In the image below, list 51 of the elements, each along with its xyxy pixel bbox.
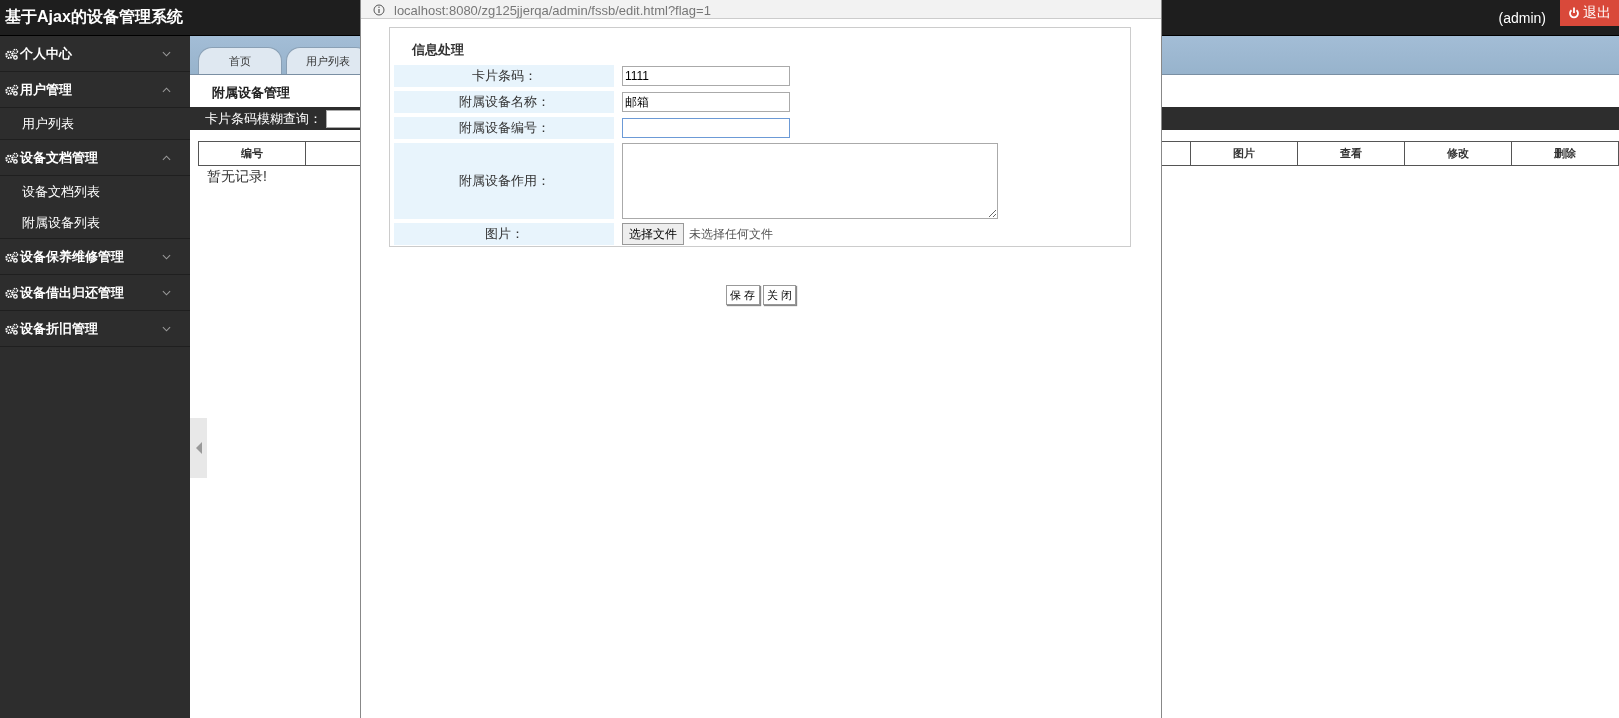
app-title: 基于Ajax的设备管理系统 (4, 7, 183, 27)
file-status: 未选择任何文件 (689, 225, 773, 243)
user-name: (admin) (1498, 9, 1546, 26)
column-header: 查看 (1298, 142, 1405, 165)
power-icon (1568, 7, 1580, 19)
chevron-down-icon (162, 50, 171, 57)
sidebar-item[interactable]: 附属设备列表 (0, 207, 190, 238)
search-label: 卡片条码模糊查询： (205, 109, 322, 128)
section-title: 信息处理 (410, 41, 465, 59)
field-label: 卡片条码： (394, 65, 614, 87)
column-header: 图片 (1191, 142, 1298, 165)
column-header: 删除 (1512, 142, 1619, 165)
field-label: 图片： (394, 223, 614, 245)
dialog-button[interactable]: 关 闭 (762, 285, 796, 305)
chevron-up-icon (162, 154, 171, 161)
tab[interactable]: 首页 (198, 47, 282, 74)
choose-file-button[interactable]: 选择文件 (622, 223, 684, 245)
input-field[interactable]: 邮箱 (622, 92, 790, 112)
chevron-down-icon (162, 253, 171, 260)
dialog-button[interactable]: 保 存 (726, 285, 760, 305)
chevron-down-icon (162, 289, 171, 296)
sidebar-group[interactable]: 用户管理 (0, 72, 190, 108)
sidebar-group[interactable]: 设备折旧管理 (0, 311, 190, 347)
page-heading: 附属设备管理 (211, 84, 290, 102)
field-label: 附属设备名称： (394, 91, 614, 113)
collapse-handle[interactable] (190, 418, 207, 478)
logout-button[interactable]: 退出 (1560, 0, 1619, 26)
sidebar-item[interactable]: 用户列表 (0, 108, 190, 139)
empty-message: 暂无记录! (207, 168, 267, 186)
chevron-down-icon (162, 325, 171, 332)
info-icon (373, 4, 385, 16)
sidebar-group[interactable]: 设备保养维修管理 (0, 239, 190, 275)
url-text: localhost:8080/zg125jjerqa/admin/fssb/edit.html?flag=1 (394, 4, 711, 18)
gears-icon (5, 250, 19, 263)
sidebar-item[interactable]: 设备文档列表 (0, 176, 190, 207)
input-field[interactable]: 1111 (622, 66, 790, 86)
chevron-up-icon (162, 86, 171, 93)
input-field[interactable] (622, 118, 790, 138)
gears-icon (5, 151, 19, 164)
text-area[interactable] (622, 143, 998, 219)
column-header: 编号 (199, 142, 306, 165)
gears-icon (5, 286, 19, 299)
sidebar-group[interactable]: 设备借出归还管理 (0, 275, 190, 311)
gears-icon (5, 322, 19, 335)
field-label: 附属设备作用： (394, 143, 614, 219)
field-label: 附属设备编号： (394, 117, 614, 139)
column-header: 修改 (1405, 142, 1512, 165)
gears-icon (5, 83, 19, 96)
left-arrow-icon (195, 442, 202, 454)
sidebar-group[interactable]: 设备文档管理 (0, 140, 190, 176)
gears-icon (5, 47, 19, 60)
